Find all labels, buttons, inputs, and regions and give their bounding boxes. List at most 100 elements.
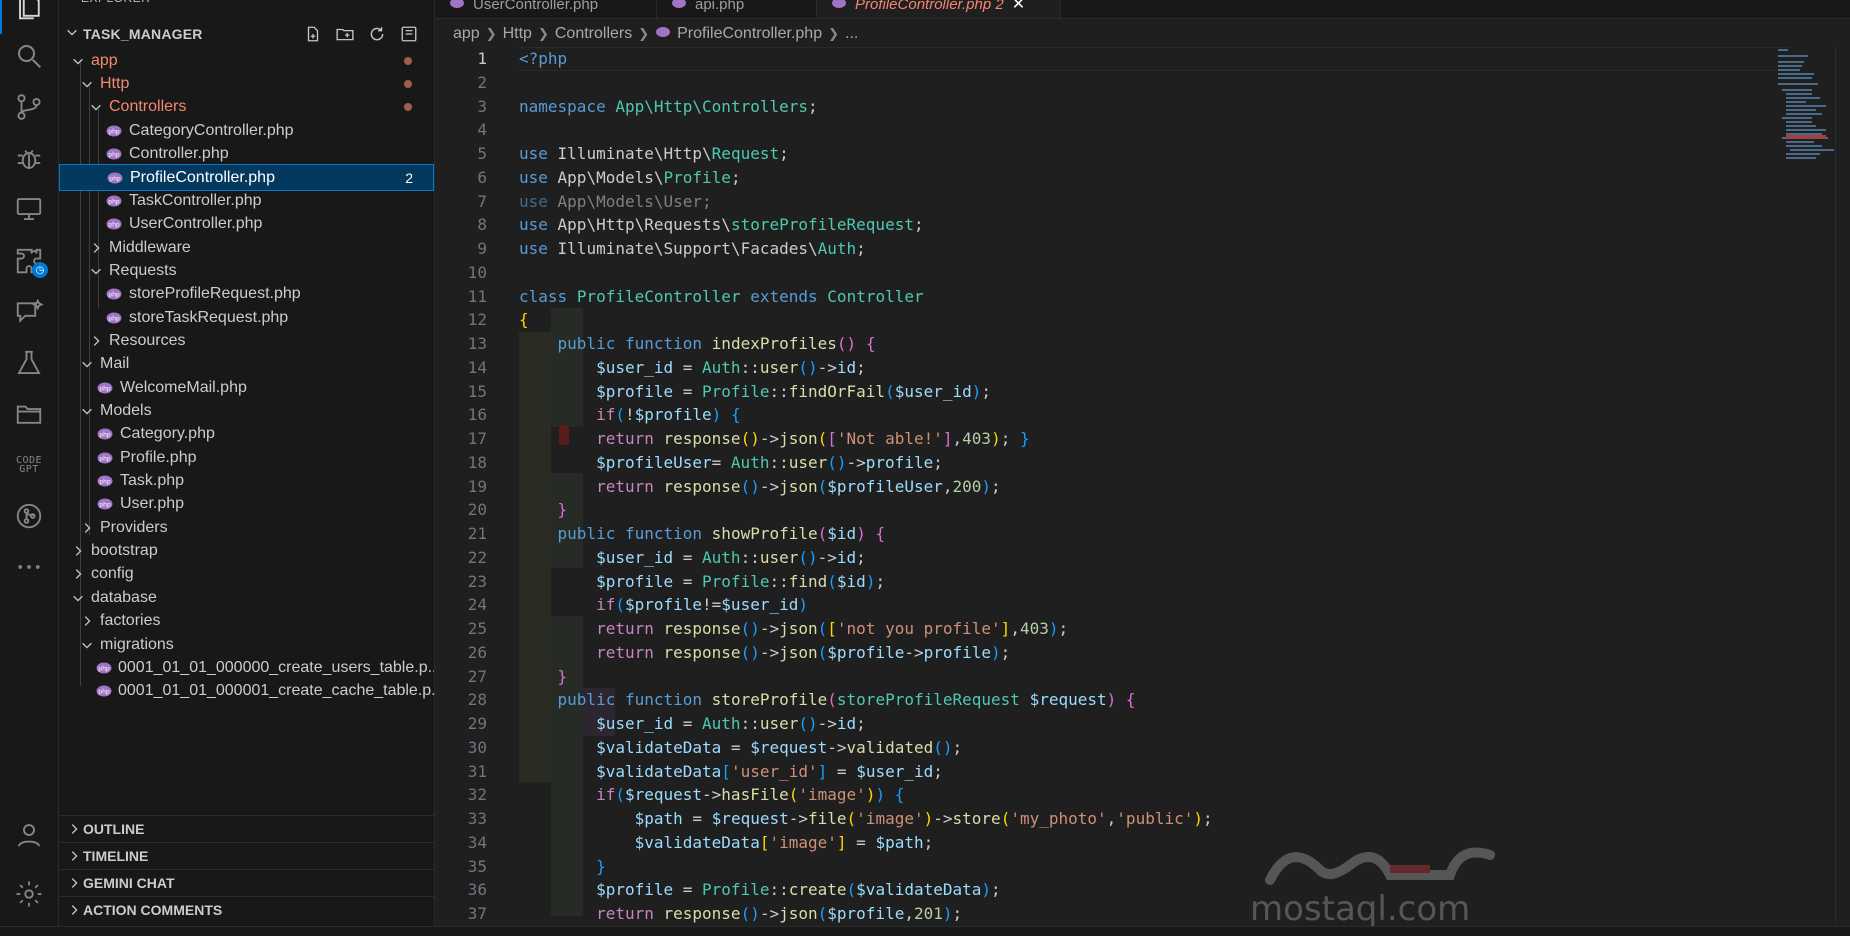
project-name: TASK_MANAGER — [83, 25, 203, 42]
chevron-right-icon: ❯ — [537, 26, 549, 41]
line-number: 21 — [467, 524, 487, 543]
line-number: 31 — [467, 761, 487, 781]
new-folder-icon[interactable] — [336, 25, 354, 43]
code-line: return response()->json(['not you profil… — [596, 619, 1069, 638]
tab-user-controller[interactable]: UserController.php — [435, 0, 657, 18]
minimap[interactable] — [1776, 47, 1838, 167]
line-number: 33 — [467, 809, 487, 828]
line-number: 2 — [477, 72, 487, 92]
breadcrumb-item[interactable]: Controllers — [555, 25, 632, 43]
chevron-right-icon — [71, 567, 85, 581]
line-number: 9 — [477, 239, 487, 258]
code-line: $validateData['user_id'] = $user_id; — [596, 761, 943, 781]
line-number: 1 — [477, 49, 487, 68]
chat-icon[interactable] — [0, 285, 58, 339]
breadcrumb-item[interactable]: ProfileController.php — [677, 25, 822, 43]
git-graph-icon[interactable] — [0, 489, 58, 543]
line-number: 28 — [467, 690, 487, 710]
tree-item-label: Mail — [100, 355, 130, 373]
php-file-icon: php — [96, 428, 114, 440]
new-file-icon[interactable] — [304, 25, 322, 43]
tree-item-label: Requests — [109, 261, 177, 279]
action-comments-panel-header[interactable]: ACTION COMMENTS — [59, 896, 434, 923]
chevron-right-icon — [80, 521, 94, 535]
settings-gear-icon[interactable] — [0, 867, 58, 921]
php-file-icon: php — [105, 195, 123, 207]
breadcrumb-item[interactable]: app — [453, 25, 480, 43]
php-file-icon: php — [96, 685, 112, 697]
tree-item-label: UserController.php — [129, 215, 263, 233]
account-icon[interactable] — [0, 808, 58, 862]
php-file-icon: php — [105, 312, 123, 324]
php-file-icon: php — [96, 475, 114, 487]
code-line: return response()->json(['Not able!'],40… — [596, 429, 1030, 448]
remote-explorer-icon[interactable] — [0, 182, 58, 236]
svg-text:php: php — [99, 432, 111, 439]
php-file-icon: php — [96, 452, 114, 464]
line-number: 19 — [467, 476, 487, 496]
svg-text:php: php — [99, 385, 111, 392]
tree-item-label: Profile.php — [120, 448, 197, 466]
search-icon[interactable] — [0, 29, 58, 83]
svg-text:php: php — [99, 478, 111, 485]
gemini-chat-panel-header[interactable]: GEMINI CHAT — [59, 869, 434, 896]
line-number: 34 — [467, 832, 487, 852]
svg-text:php: php — [109, 175, 121, 182]
code-line: $profile = Profile::findOrFail($user_id)… — [596, 381, 992, 401]
file-item[interactable]: php 0001_01_01_000001_create_cache_table.… — [59, 677, 434, 705]
tree-item-label: ProfileController.php — [130, 168, 275, 186]
code-line: $profile = Profile::create($validateData… — [596, 880, 1001, 900]
code-line: public function indexProfiles() { — [557, 334, 876, 353]
code-line: if(!$profile) { — [596, 405, 741, 425]
code-line: if($request->hasFile('image')) { — [596, 785, 905, 805]
refresh-icon[interactable] — [368, 25, 386, 43]
codegpt-icon[interactable]: CODE GPT — [0, 438, 58, 492]
tree-item-label: Resources — [109, 331, 186, 349]
line-number: 22 — [467, 547, 487, 567]
line-number: 3 — [477, 96, 487, 116]
debug-icon[interactable] — [0, 131, 58, 185]
project-header[interactable]: TASK_MANAGER — [59, 20, 434, 47]
chevron-right-icon — [65, 849, 83, 863]
vertical-scrollbar[interactable] — [1835, 47, 1850, 935]
close-icon[interactable]: ✕ — [1012, 0, 1025, 14]
outline-panel-header[interactable]: OUTLINE — [59, 815, 434, 842]
modified-dot — [404, 103, 412, 112]
mostaql-watermark-logo: mostaql.com — [1250, 847, 1495, 929]
line-number: 29 — [467, 714, 487, 733]
line-number: 15 — [467, 381, 487, 401]
collapse-all-icon[interactable] — [400, 25, 418, 43]
code-line: $profileUser= Auth::user()->profile; — [596, 452, 943, 472]
tree-item-label: User.php — [120, 495, 185, 513]
chevron-right-icon: ❯ — [638, 26, 650, 41]
code-line: use App\Http\Requests\storeProfileReques… — [519, 215, 924, 235]
tree-item-label: Category.php — [120, 425, 215, 443]
extensions-icon[interactable]: ◷ — [0, 234, 58, 288]
line-number: 8 — [477, 215, 487, 235]
code-line: use App\Models\Profile; — [519, 167, 741, 187]
editor-area: UserController.php api.php ProfileContro… — [435, 0, 1850, 935]
source-control-icon[interactable] — [0, 80, 58, 134]
timeline-panel-header[interactable]: TIMELINE — [59, 842, 434, 869]
line-number: 35 — [467, 856, 487, 876]
tree-item-label: migrations — [100, 635, 174, 653]
breadcrumb-item[interactable]: ... — [845, 25, 858, 43]
tree-item-label: Http — [100, 75, 130, 93]
tab-profile-controller[interactable]: ProfileController.php 2 ✕ — [817, 0, 1061, 18]
svg-text:php: php — [108, 315, 120, 322]
code-editor[interactable]: 1 2 3 4 5 6 7 8 9 10 11 12 13 14 15 16 17 18 19 20 21 22 23 24 2… — [435, 47, 1850, 935]
tab-api[interactable]: api.php — [657, 0, 817, 18]
php-file-icon: php — [105, 125, 123, 137]
folder-icon[interactable] — [0, 387, 58, 441]
svg-text:php: php — [98, 665, 110, 672]
line-number: 30 — [467, 737, 487, 757]
testing-flask-icon[interactable] — [0, 336, 58, 390]
more-icon[interactable] — [0, 540, 58, 594]
code-line: } — [557, 500, 568, 520]
tree-item-label: app — [91, 51, 118, 69]
svg-text:mostaql.com: mostaql.com — [1250, 889, 1470, 929]
svg-text:php: php — [108, 221, 120, 228]
line-number: 18 — [467, 452, 487, 472]
line-number: 16 — [467, 405, 487, 425]
breadcrumb-item[interactable]: Http — [503, 25, 532, 43]
